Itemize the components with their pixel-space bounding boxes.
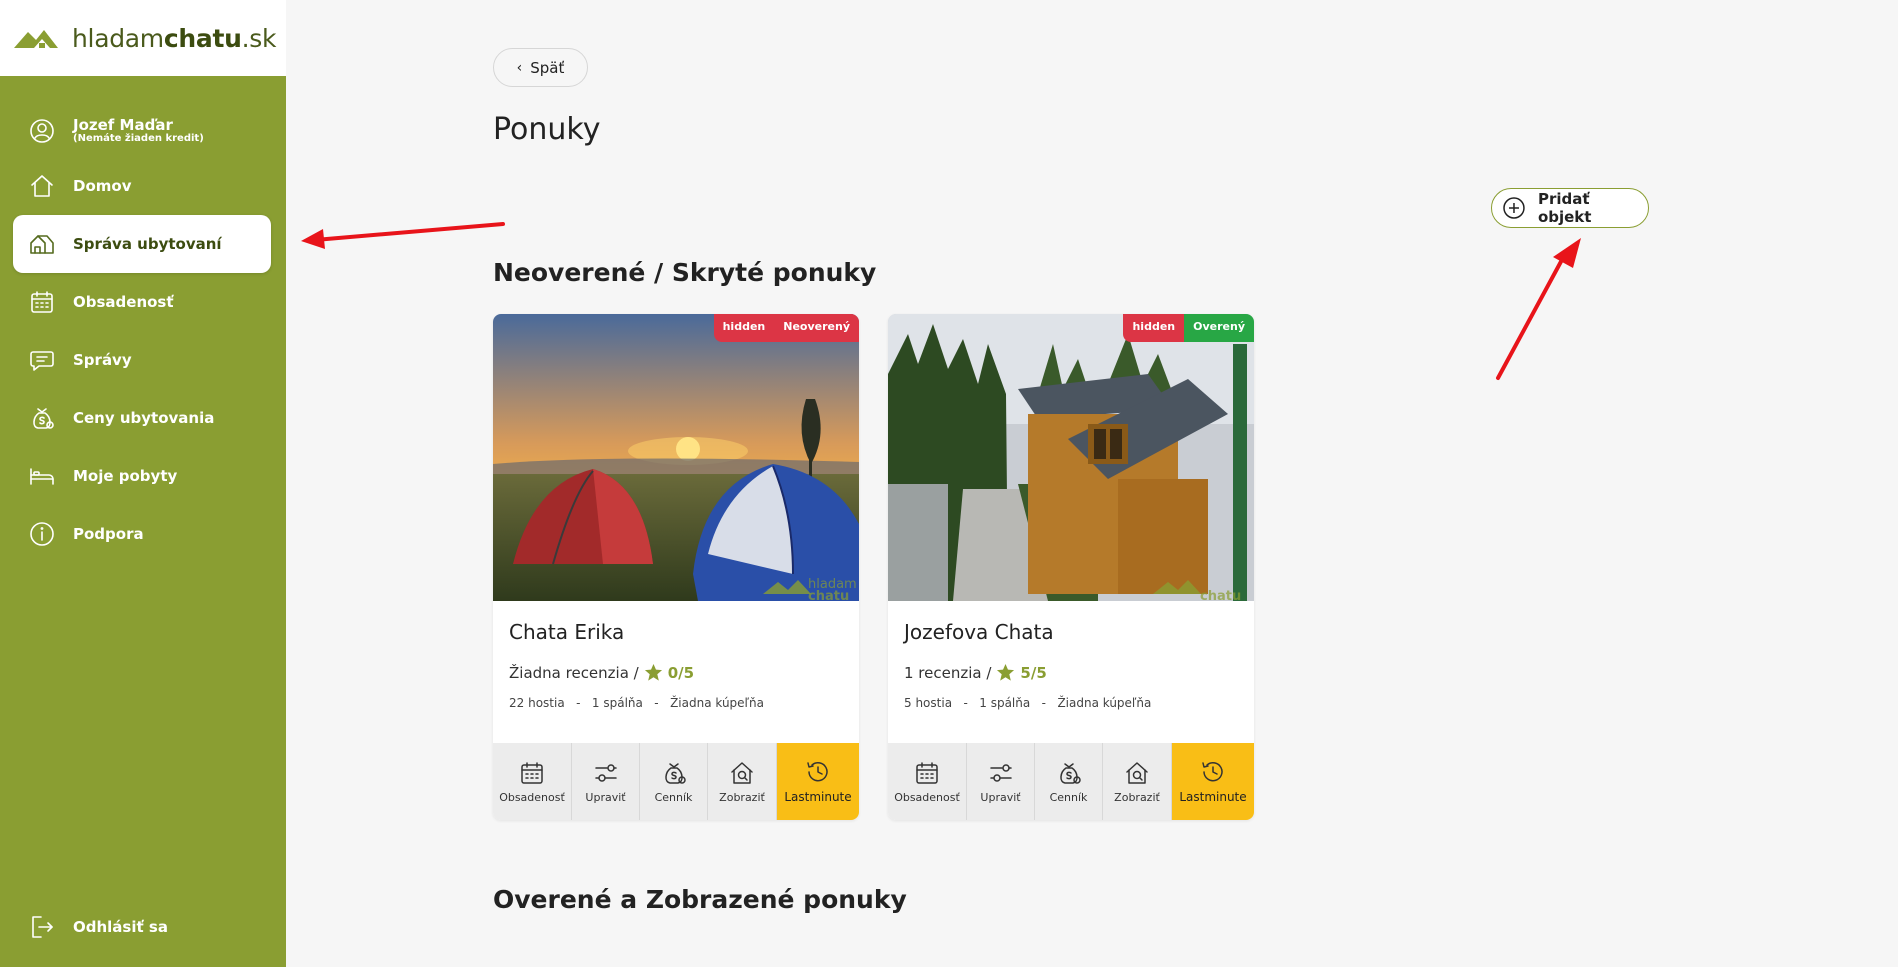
action-label: Cenník	[654, 790, 693, 804]
sidebar-item-podpora[interactable]: Podpora	[13, 505, 271, 563]
listing-meta: 5 hostia - 1 spálňa - Žiadna kúpeľňa	[904, 696, 1152, 710]
action-zobrazit-button[interactable]: Zobraziť	[708, 743, 777, 820]
sidebar-item-label: Moje pobyty	[73, 467, 178, 485]
calendar-icon	[29, 289, 55, 315]
clock-history-icon	[1202, 761, 1223, 782]
section-title-unverified: Neoverené / Skryté ponuky	[493, 258, 877, 287]
sidebar-item-label: Ceny ubytovania	[73, 409, 215, 427]
logo[interactable]: hladamchatu.sk	[0, 0, 286, 76]
home-icon	[29, 173, 55, 199]
action-obsadenost-button[interactable]: Obsadenosť	[888, 743, 967, 820]
calendar-icon	[521, 761, 543, 784]
status-badge: Overený	[1184, 314, 1254, 342]
rating-value: 0/5	[667, 663, 695, 682]
listing-image-cottage[interactable]: chatu hidden Overený	[888, 314, 1254, 601]
message-icon	[29, 347, 55, 373]
listing-actions: Obsadenosť Upraviť Cenník Zobraziť Lastm…	[888, 743, 1254, 820]
action-label: Cenník	[1049, 790, 1088, 804]
sidebar-user[interactable]: Jozef Maďar (Nemáte žiaden kredit)	[13, 102, 271, 160]
sidebar-item-sprava-ubytovani[interactable]: Správa ubytovaní	[13, 215, 271, 273]
listing-title[interactable]: Chata Erika	[509, 620, 624, 644]
chevron-left-icon: ‹	[516, 59, 523, 76]
annotation-arrow-up	[1496, 238, 1581, 380]
logo-text: hladamchatu.sk	[72, 23, 277, 53]
house-search-icon	[1126, 761, 1148, 784]
action-label: Upraviť	[585, 790, 626, 804]
star-icon	[644, 663, 662, 681]
review-text: 1 recenzia /	[904, 663, 992, 682]
calendar-icon	[916, 761, 938, 784]
action-label: Zobraziť	[1114, 790, 1160, 804]
rating-value: 5/5	[1020, 663, 1047, 682]
money-bag-icon	[1059, 762, 1081, 784]
listing-card[interactable]: hladam chatu hidden Neoverený Chata Erik…	[493, 314, 859, 820]
sidebar-item-label: Obsadenosť	[73, 293, 174, 311]
listing-card[interactable]: chatu hidden Overený Jozefova Chata 1 re…	[888, 314, 1254, 820]
sidebar-item-obsadenost[interactable]: Obsadenosť	[13, 273, 271, 331]
svg-text:chatu: chatu	[808, 589, 849, 601]
money-bag-icon	[29, 405, 55, 431]
listing-review: Žiadna recenzia / 0/5	[509, 663, 694, 682]
listing-meta: 22 hostia - 1 spálňa - Žiadna kúpeľňa	[509, 696, 765, 710]
action-upravit-button[interactable]: Upraviť	[572, 743, 640, 820]
logout-icon	[29, 914, 55, 940]
action-label: Obsadenosť	[499, 790, 565, 804]
action-upravit-button[interactable]: Upraviť	[967, 743, 1035, 820]
money-bag-icon	[664, 762, 686, 784]
listing-actions: Obsadenosť Upraviť Cenník Zobraziť Lastm…	[493, 743, 859, 820]
sidebar-item-label: Domov	[73, 177, 132, 195]
add-object-button[interactable]: Pridať objekt	[1491, 188, 1649, 228]
action-obsadenost-button[interactable]: Obsadenosť	[493, 743, 572, 820]
house-search-icon	[731, 761, 753, 784]
sidebar-item-label: Podpora	[73, 525, 144, 543]
user-icon	[29, 118, 55, 144]
plus-circle-icon	[1503, 197, 1525, 219]
page-title: Ponuky	[493, 112, 601, 147]
sidebar-item-domov[interactable]: Domov	[13, 157, 271, 215]
action-label: Lastminute	[784, 790, 852, 804]
action-cennik-button[interactable]: Cenník	[640, 743, 708, 820]
annotation-arrow-left	[301, 222, 505, 249]
listing-image-tents[interactable]: hladam chatu hidden Neoverený	[493, 314, 859, 601]
user-name: Jozef Maďar	[73, 115, 173, 134]
back-button[interactable]: ‹ Späť	[493, 48, 588, 87]
listing-title[interactable]: Jozefova Chata	[904, 620, 1054, 644]
hidden-badge: hidden	[713, 314, 775, 342]
sidebar-item-spravy[interactable]: Správy	[13, 331, 271, 389]
listing-review: 1 recenzia / 5/5	[904, 663, 1047, 682]
clock-history-icon	[807, 761, 828, 782]
section-title-verified: Overené a Zobrazené ponuky	[493, 885, 907, 914]
action-label: Zobraziť	[719, 790, 765, 804]
action-zobrazit-button[interactable]: Zobraziť	[1103, 743, 1172, 820]
action-label: Lastminute	[1179, 790, 1247, 804]
logout-button[interactable]: Odhlásiť sa	[13, 898, 271, 956]
action-lastminute-button[interactable]: Lastminute	[1172, 743, 1254, 820]
svg-text:chatu: chatu	[1200, 589, 1241, 601]
bed-icon	[29, 463, 55, 489]
back-label: Späť	[530, 58, 565, 77]
logout-label: Odhlásiť sa	[73, 918, 168, 936]
sidebar-item-label: Správy	[73, 351, 132, 369]
sidebar-item-moje-pobyty[interactable]: Moje pobyty	[13, 447, 271, 505]
action-label: Upraviť	[980, 790, 1021, 804]
sliders-icon	[594, 763, 617, 782]
review-text: Žiadna recenzia /	[509, 663, 639, 682]
action-label: Obsadenosť	[894, 790, 960, 804]
star-icon	[997, 663, 1015, 681]
status-badge: Neoverený	[774, 314, 859, 342]
user-credit: (Nemáte žiaden kredit)	[73, 132, 204, 144]
houses-icon	[29, 231, 55, 257]
action-lastminute-button[interactable]: Lastminute	[777, 743, 859, 820]
action-cennik-button[interactable]: Cenník	[1035, 743, 1103, 820]
add-object-label: Pridať objekt	[1537, 190, 1592, 226]
sidebar-item-label: Správa ubytovaní	[73, 235, 222, 253]
logo-mountain-icon	[14, 30, 58, 48]
sidebar: hladamchatu.sk Jozef Maďar (Nemáte žiade…	[0, 0, 286, 967]
sliders-icon	[989, 763, 1012, 782]
hidden-badge: hidden	[1123, 314, 1185, 342]
sidebar-item-ceny-ubytovania[interactable]: Ceny ubytovania	[13, 389, 271, 447]
info-icon	[29, 521, 55, 547]
